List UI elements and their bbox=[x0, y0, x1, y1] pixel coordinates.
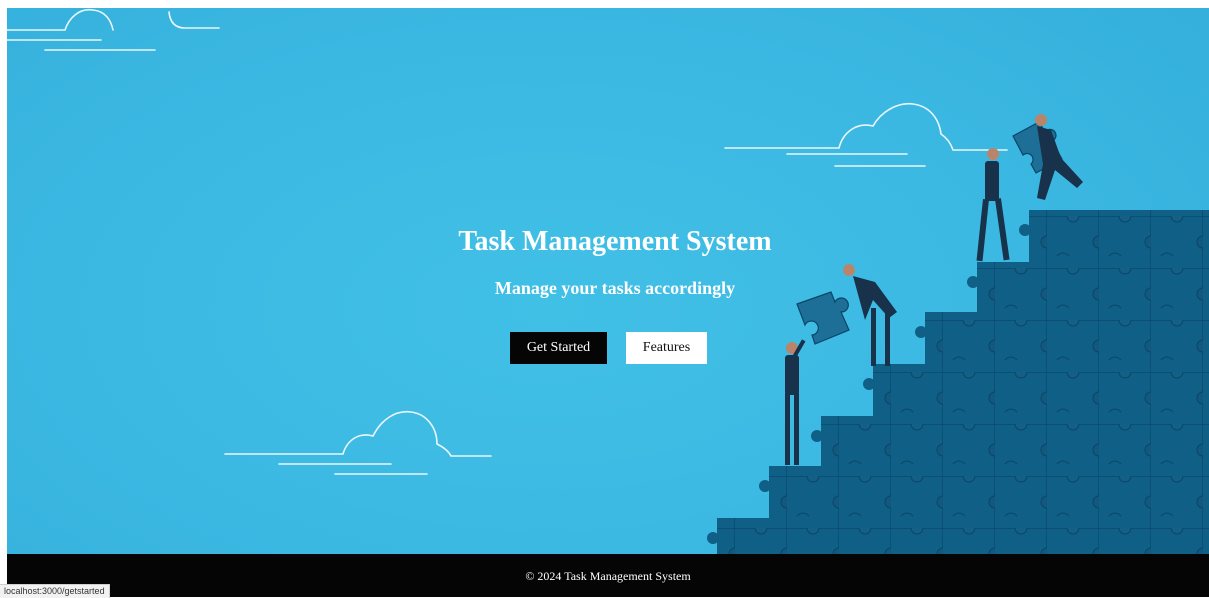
footer: © 2024 Task Management System bbox=[7, 554, 1209, 597]
hero-section: Task Management System Manage your tasks… bbox=[7, 8, 1209, 554]
status-bar-url: localhost:3000/getstarted bbox=[0, 584, 110, 598]
features-button[interactable]: Features bbox=[626, 332, 707, 364]
businessman-figure bbox=[785, 339, 806, 465]
footer-copyright: © 2024 Task Management System bbox=[525, 569, 691, 583]
businessman-figure bbox=[976, 148, 1010, 262]
cloud-icon bbox=[7, 8, 220, 51]
puzzle-teamwork-illustration bbox=[7, 8, 1209, 554]
get-started-button[interactable]: Get Started bbox=[510, 332, 607, 364]
puzzle-staircase bbox=[707, 210, 1209, 554]
puzzle-piece-icon bbox=[796, 291, 850, 345]
businessman-figure bbox=[843, 264, 897, 366]
cloud-icon bbox=[224, 411, 492, 475]
cloud-icon bbox=[724, 102, 1008, 167]
